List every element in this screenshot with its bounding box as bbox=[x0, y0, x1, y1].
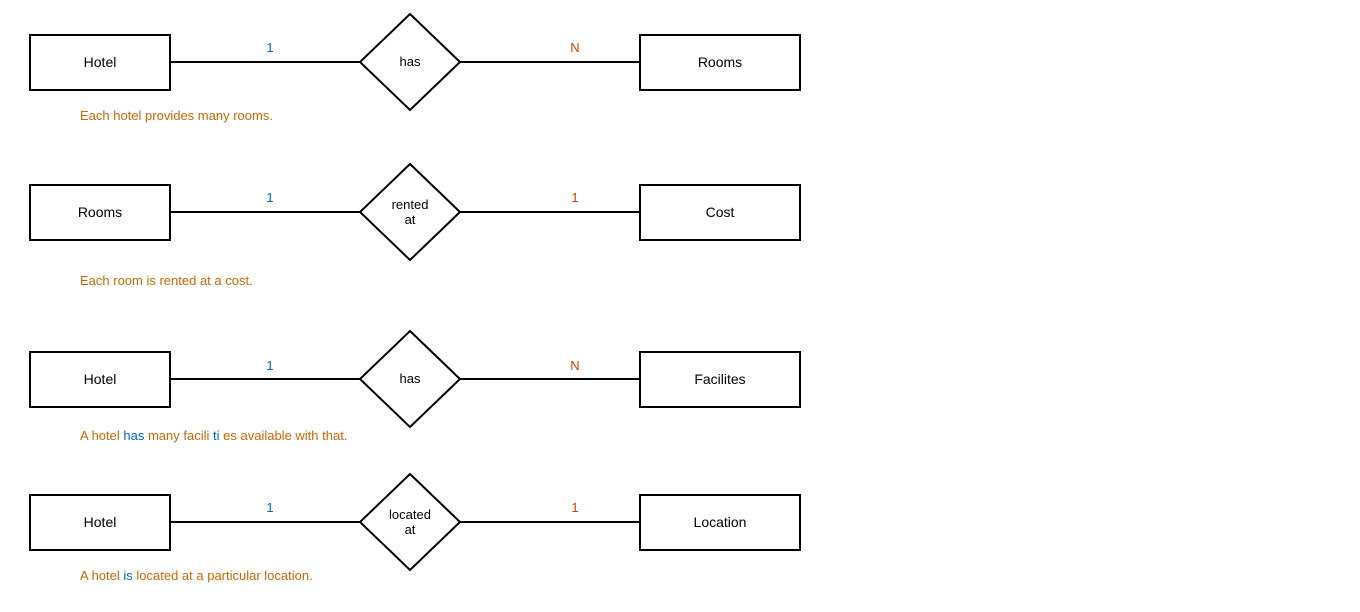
svg-text:N: N bbox=[570, 40, 579, 55]
svg-text:N: N bbox=[570, 358, 579, 373]
svg-text:has: has bbox=[400, 371, 421, 386]
svg-text:A hotel is locat: A hotel is located at a particular locat… bbox=[80, 568, 313, 583]
svg-text:1: 1 bbox=[266, 40, 273, 55]
svg-text:Rooms: Rooms bbox=[698, 54, 742, 70]
svg-text:Each hotel provides many rooms: Each hotel provides many rooms. bbox=[80, 108, 273, 123]
svg-text:Hotel: Hotel bbox=[84, 54, 117, 70]
er-diagram-container: Hotel 1 has N Rooms Each hotel provides … bbox=[0, 0, 1360, 612]
svg-text:at: at bbox=[405, 212, 416, 227]
svg-text:has: has bbox=[400, 54, 421, 69]
svg-text:1: 1 bbox=[571, 190, 578, 205]
svg-text:A hotel has many: A hotel has many facili ti es available … bbox=[80, 428, 347, 443]
svg-text:Rooms: Rooms bbox=[78, 204, 122, 220]
svg-text:1: 1 bbox=[266, 358, 273, 373]
er-diagram-svg: Hotel 1 has N Rooms Each hotel provides … bbox=[0, 0, 1360, 612]
svg-text:1: 1 bbox=[266, 190, 273, 205]
svg-text:1: 1 bbox=[266, 500, 273, 515]
svg-text:at: at bbox=[405, 522, 416, 537]
svg-text:Cost: Cost bbox=[706, 204, 735, 220]
svg-text:Location: Location bbox=[694, 514, 747, 530]
svg-text:Each room is rented at a cost.: Each room is rented at a cost. bbox=[80, 273, 253, 288]
svg-text:located: located bbox=[389, 507, 431, 522]
svg-text:Hotel: Hotel bbox=[84, 514, 117, 530]
svg-text:Facilites: Facilites bbox=[694, 371, 745, 387]
svg-text:rented: rented bbox=[392, 197, 429, 212]
svg-text:Hotel: Hotel bbox=[84, 371, 117, 387]
svg-text:1: 1 bbox=[571, 500, 578, 515]
